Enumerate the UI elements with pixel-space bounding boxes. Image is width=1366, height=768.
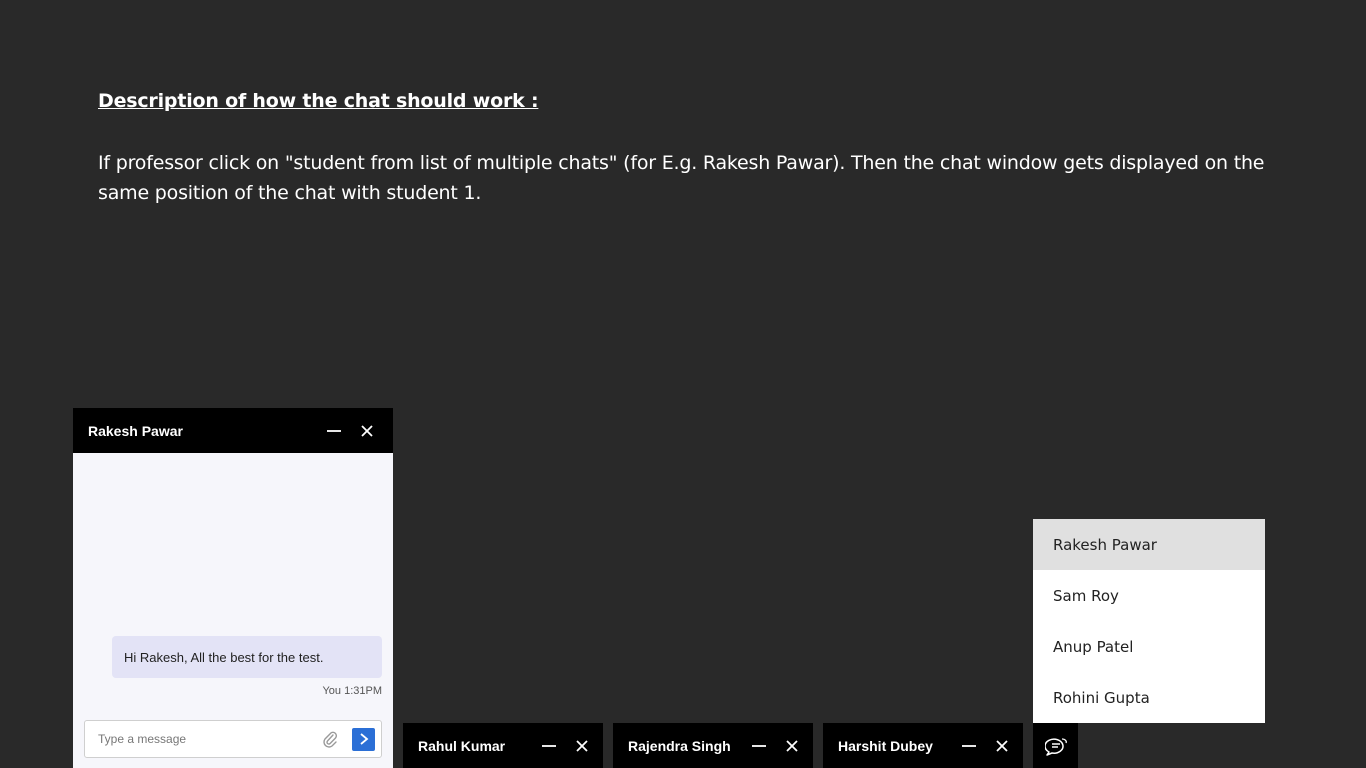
minimize-button[interactable] — [323, 420, 345, 442]
minimized-chat-tab[interactable]: Rajendra Singh — [613, 723, 813, 768]
close-icon — [996, 739, 1008, 752]
chat-list-item[interactable]: Sam Roy — [1033, 570, 1265, 621]
message-composer — [84, 720, 382, 758]
close-button[interactable] — [356, 420, 378, 442]
message-timestamp: You 1:31PM — [322, 685, 382, 697]
chat-bubbles-icon — [1044, 737, 1067, 756]
minimized-chat-name: Rajendra Singh — [628, 737, 731, 754]
description-title: Description of how the chat should work … — [98, 90, 539, 112]
chat-list-item[interactable]: Rohini Gupta — [1033, 672, 1265, 723]
attach-button[interactable] — [320, 729, 340, 749]
chat-window: Rakesh Pawar Hi Rakesh, All the best for… — [73, 408, 393, 768]
chat-list-dropdown: Rakesh Pawar Sam Roy Anup Patel Rohini G… — [1033, 519, 1265, 723]
chat-header: Rakesh Pawar — [73, 408, 393, 453]
chat-list-item[interactable]: Rakesh Pawar — [1033, 519, 1265, 570]
close-button[interactable] — [571, 735, 593, 757]
minimize-icon — [962, 744, 976, 747]
send-button[interactable] — [352, 727, 375, 751]
minimize-icon — [752, 744, 766, 747]
chat-contact-name: Rakesh Pawar — [88, 422, 183, 439]
minimize-button[interactable] — [958, 735, 980, 757]
minimized-chat-tab[interactable]: Rahul Kumar — [403, 723, 603, 768]
close-icon — [576, 739, 588, 752]
message-bubble: Hi Rakesh, All the best for the test. — [112, 636, 382, 678]
send-arrow-icon — [359, 733, 368, 745]
minimized-chat-name: Rahul Kumar — [418, 737, 506, 754]
minimize-button[interactable] — [538, 735, 560, 757]
chat-list-item[interactable]: Anup Patel — [1033, 621, 1265, 672]
close-button[interactable] — [781, 735, 803, 757]
close-icon — [361, 424, 373, 437]
minimized-chat-name: Harshit Dubey — [838, 737, 933, 754]
page: Description of how the chat should work … — [0, 0, 1366, 768]
minimize-button[interactable] — [748, 735, 770, 757]
minimize-icon — [542, 744, 556, 747]
message-input[interactable] — [96, 731, 320, 747]
minimized-chat-tab[interactable]: Harshit Dubey — [823, 723, 1023, 768]
close-icon — [786, 739, 798, 752]
close-button[interactable] — [991, 735, 1013, 757]
paperclip-icon — [323, 731, 338, 748]
description-body: If professor click on "student from list… — [98, 152, 1265, 204]
chat-list-toggle-button[interactable] — [1033, 723, 1078, 768]
minimize-icon — [327, 429, 341, 432]
